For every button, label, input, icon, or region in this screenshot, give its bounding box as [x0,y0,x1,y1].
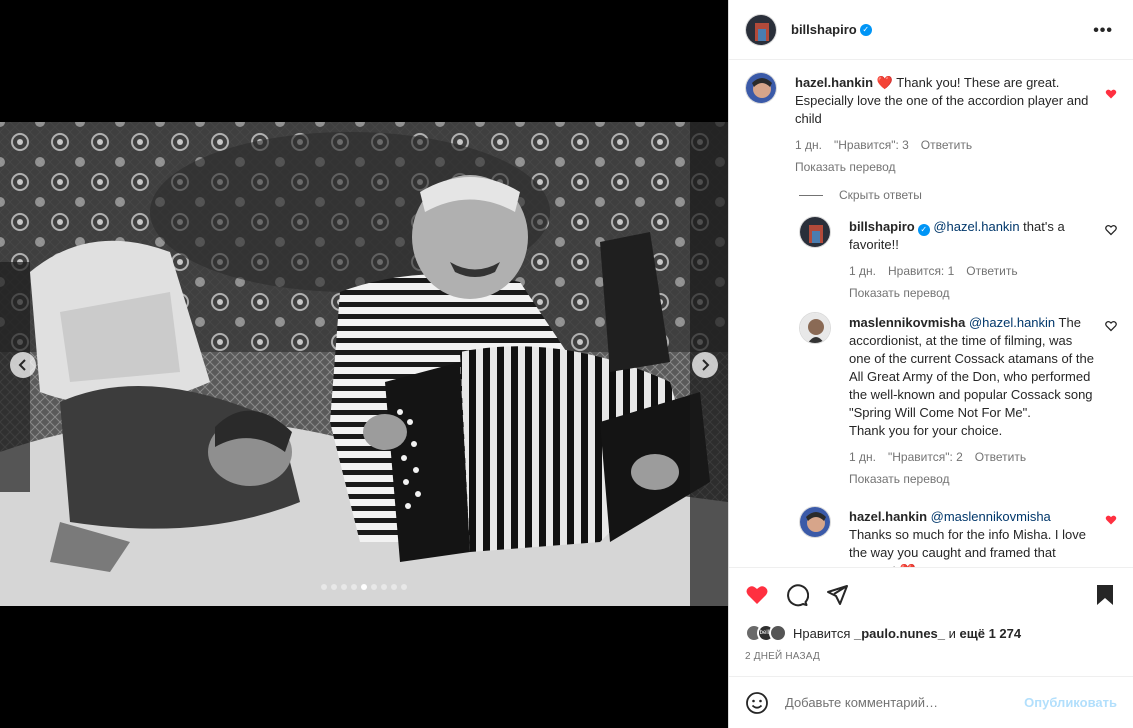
share-icon[interactable] [825,583,849,607]
likes-summary: bella Нравится _paulo.nunes_ и ещё 1 274 [745,624,1117,642]
reply-button[interactable]: Ответить [975,450,1026,464]
comment-time[interactable]: 1 дн. [795,138,822,152]
comment-username[interactable]: billshapiro [849,219,915,234]
mention-link[interactable]: @hazel.hankin [933,219,1019,234]
comment-text-line2: Thank you for your choice. [849,423,1003,438]
carousel-dot [361,584,367,590]
liker-avatar [769,624,787,642]
save-bookmark-icon[interactable] [1093,583,1117,607]
divider-line [799,194,823,196]
commenter-avatar[interactable] [745,72,777,104]
verified-icon: ✓ [859,23,872,36]
carousel-dot [321,584,327,590]
heart-emoji-icon: ❤️ [900,563,916,567]
reply-button[interactable]: Ответить [966,264,1017,278]
comment-time[interactable]: 1 дн. [849,450,876,464]
liker-avatars: bella [745,624,787,642]
likes-prefix: Нравится [793,625,851,641]
post-photo [0,122,728,606]
verified-icon: ✓ [917,224,930,236]
reply-button[interactable]: Ответить [921,138,972,152]
comment-likes[interactable]: "Нравится": 3 [834,138,909,152]
reply: hazel.hankin @maslennikovmisha Thanks so… [729,506,1133,567]
like-heart-icon[interactable] [745,583,769,607]
mention-link[interactable]: @hazel.hankin [969,315,1055,330]
comment-time[interactable]: 1 дн. [849,264,876,278]
commenter-avatar[interactable] [799,506,831,538]
comment-likes[interactable]: Нравится: 1 [888,264,954,278]
carousel-dot [401,584,407,590]
likes-connector: и [948,625,956,641]
carousel-dot [381,584,387,590]
comment-text: The accordionist, at the time of filming… [849,315,1094,420]
show-translation-link[interactable]: Показать перевод [849,472,1097,486]
comments-list: hazel.hankin ❤️ Thank you! These are gre… [729,60,1133,567]
comment-username[interactable]: hazel.hankin [795,75,873,90]
previous-photo-button[interactable] [10,352,36,378]
comment: hazel.hankin ❤️ Thank you! These are gre… [729,72,1133,174]
more-options-button[interactable]: ••• [1093,22,1113,40]
comment-username[interactable]: maslennikovmisha [849,315,965,330]
heart-outline-icon[interactable] [1105,224,1117,236]
commenter-avatar[interactable] [799,216,831,248]
liked-heart-icon[interactable] [1105,514,1117,526]
chevron-left-icon [18,359,26,371]
show-translation-link[interactable]: Показать перевод [795,160,1097,174]
media-viewer [0,0,728,728]
liked-heart-icon[interactable] [1105,88,1117,100]
carousel-dots [0,584,728,590]
carousel-dot [341,584,347,590]
comment-text: Thanks so much for the info Misha. I lov… [849,527,1086,567]
show-translation-link[interactable]: Показать перевод [849,286,1097,300]
likes-count[interactable]: ещё 1 274 [960,626,1022,641]
author-avatar[interactable] [745,13,777,46]
comment-username[interactable]: hazel.hankin [849,509,927,524]
liker-username[interactable]: _paulo.nunes_ [854,626,945,641]
hide-replies-label: Скрыть ответы [839,188,922,202]
post-actions: bella Нравится _paulo.nunes_ и ещё 1 274… [729,567,1133,662]
add-comment-bar: Опубликовать [729,676,1133,728]
commenter-avatar[interactable] [799,312,831,344]
post-header: billshapiro ✓ ••• [729,0,1133,60]
comment-likes[interactable]: "Нравится": 2 [888,450,963,464]
carousel-dot [371,584,377,590]
carousel-dot [331,584,337,590]
post-panel: billshapiro ✓ ••• hazel.hankin ❤️ Thank … [728,0,1133,728]
heart-emoji-icon: ❤️ [876,75,893,90]
hide-replies-toggle[interactable]: Скрыть ответы [799,188,1133,202]
carousel-dot [351,584,357,590]
comment-icon[interactable] [785,583,809,607]
emoji-icon[interactable] [745,691,769,715]
reply: maslennikovmisha @hazel.hankin The accor… [729,312,1133,486]
reply: billshapiro ✓ @hazel.hankin that's a favo… [729,216,1133,300]
heart-outline-icon[interactable] [1105,320,1117,332]
mention-link[interactable]: @maslennikovmisha [931,509,1051,524]
next-photo-button[interactable] [692,352,718,378]
carousel-dot [391,584,397,590]
post-date[interactable]: 2 ДНЕЙ НАЗАД [745,651,1117,662]
publish-button[interactable]: Опубликовать [1024,695,1117,710]
author-username[interactable]: billshapiro [791,22,857,37]
chevron-right-icon [702,359,710,371]
comment-input[interactable] [785,695,1025,710]
